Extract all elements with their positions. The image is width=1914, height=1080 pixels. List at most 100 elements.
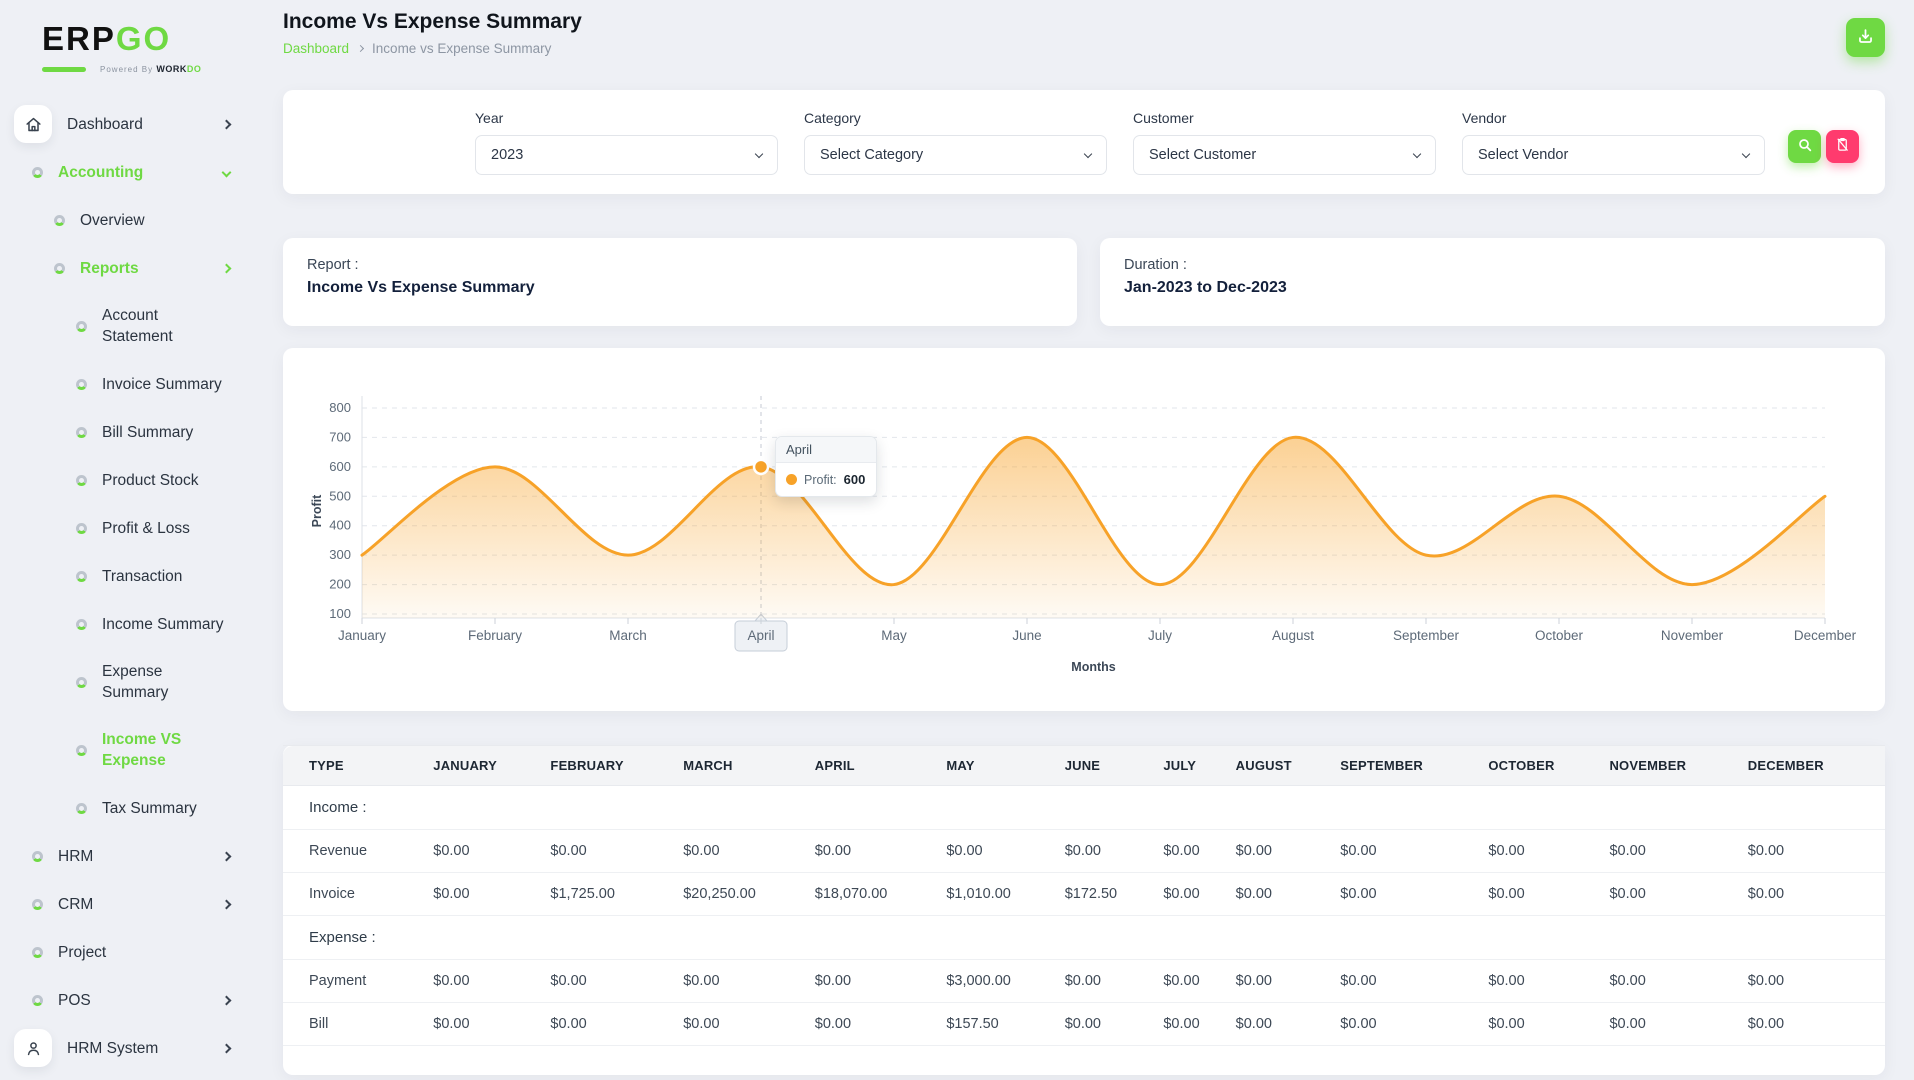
donut-icon: [32, 850, 43, 862]
info-card-label: Duration :: [1124, 257, 1187, 273]
select-value: Select Customer: [1149, 146, 1257, 163]
chevron-right-icon: [221, 899, 232, 909]
column-header-may: MAY: [946, 745, 1065, 786]
amount-cell: $157.50: [946, 1002, 1065, 1046]
sidebar-item-invoice-summary[interactable]: Invoice Summary: [0, 360, 260, 408]
sidebar-item-project[interactable]: Project: [0, 928, 260, 976]
sidebar-item-hrm[interactable]: HRM: [0, 832, 260, 880]
svg-text:April: April: [747, 628, 774, 643]
sidebar-item-pos[interactable]: POS: [0, 976, 260, 1024]
svg-text:300: 300: [329, 547, 351, 562]
category-select[interactable]: Select Category: [804, 134, 1107, 175]
profit-area-chart[interactable]: 100 200 300 400 500 600 700 800 January February M…: [283, 348, 1885, 711]
chevron-down-icon: [754, 149, 764, 158]
column-header-february: FEBRUARY: [550, 745, 684, 786]
download-button[interactable]: [1846, 18, 1885, 57]
app-logo[interactable]: ERPGO Powered By WORKDO: [0, 14, 260, 74]
amount-cell: $0.00: [1609, 959, 1748, 1003]
row-type: Invoice: [283, 872, 434, 916]
sidebar-item-income-vs-expense[interactable]: Income VS Expense: [0, 716, 260, 784]
amount-cell: $0.00: [1609, 872, 1748, 916]
table-row-bill: Bill $0.00 $0.00 $0.00 $0.00 $157.50 $0.00 $0.0…: [283, 1002, 1885, 1046]
amount-cell: $0.00: [1163, 1002, 1236, 1046]
amount-cell: $0.00: [1235, 959, 1341, 1003]
section-label: Income :: [283, 785, 1885, 830]
chevron-right-icon: [221, 995, 232, 1005]
amount-cell: $0.00: [550, 959, 684, 1003]
amount-cell: $0.00: [1064, 959, 1164, 1003]
search-button[interactable]: [1788, 129, 1821, 163]
sidebar-item-label: HRM System: [67, 1039, 159, 1057]
chevron-down-icon: [1412, 149, 1422, 158]
amount-cell: $0.00: [1747, 872, 1885, 916]
amount-cell: $0.00: [1235, 1002, 1341, 1046]
svg-text:Months: Months: [1071, 660, 1115, 674]
amount-cell: $0.00: [1340, 829, 1489, 873]
table-body: Income : Revenue $0.00 $0.00 $0.00 $0.00 $0.00…: [283, 785, 1885, 1046]
amount-cell: $0.00: [550, 1002, 684, 1046]
svg-text:700: 700: [329, 429, 351, 444]
sidebar-item-bill-summary[interactable]: Bill Summary: [0, 408, 260, 456]
amount-cell: $0.00: [1340, 959, 1489, 1003]
sidebar-item-crm[interactable]: CRM: [0, 880, 260, 928]
logo-underline: [42, 66, 86, 72]
column-header-march: MARCH: [683, 745, 815, 786]
download-icon: [1856, 27, 1875, 49]
column-header-september: SEPTEMBER: [1340, 745, 1489, 786]
svg-text:200: 200: [329, 577, 351, 592]
column-header-november: NOVEMBER: [1609, 745, 1748, 786]
svg-text:400: 400: [329, 518, 351, 533]
sidebar-item-account-statement[interactable]: Account Statement: [0, 292, 260, 360]
filter-field-vendor: Vendor Select Vendor: [1462, 110, 1765, 175]
amount-cell: $0.00: [550, 829, 684, 873]
sidebar-item-dashboard[interactable]: Dashboard: [0, 100, 260, 148]
column-header-april: APRIL: [814, 745, 947, 786]
sidebar-item-reports[interactable]: Reports: [0, 244, 260, 292]
svg-text:August: August: [1272, 628, 1314, 643]
donut-icon: [32, 898, 43, 910]
donut-icon: [32, 994, 43, 1006]
chevron-down-icon: [221, 167, 232, 177]
donut-icon: [76, 426, 87, 438]
sidebar-item-label: Account Statement: [102, 307, 173, 345]
sidebar-item-label: Bill Summary: [102, 423, 194, 441]
amount-cell: $0.00: [433, 959, 551, 1003]
info-card-value: Jan-2023 to Dec-2023: [1124, 279, 1287, 296]
chevron-right-icon: [221, 263, 232, 273]
svg-text:May: May: [881, 628, 907, 643]
amount-cell: $0.00: [814, 1002, 947, 1046]
sidebar: ERPGO Powered By WORKDO Dashboard Account…: [0, 0, 260, 1080]
sidebar-item-tax-summary[interactable]: Tax Summary: [0, 784, 260, 832]
sidebar-item-expense-summary[interactable]: Expense Summary: [0, 648, 260, 716]
amount-cell: $0.00: [1064, 829, 1164, 873]
sidebar-item-transaction[interactable]: Transaction: [0, 552, 260, 600]
sidebar-item-label: Invoice Summary: [102, 375, 222, 393]
svg-text:January: January: [338, 628, 386, 643]
chevron-right-icon: [221, 119, 232, 129]
sidebar-item-accounting[interactable]: Accounting: [0, 148, 260, 196]
chevron-down-icon: [1083, 149, 1093, 158]
file-remove-icon: [1835, 137, 1850, 155]
chevron-right-icon: [221, 1043, 232, 1053]
year-select[interactable]: 2023: [475, 134, 778, 175]
amount-cell: $0.00: [814, 829, 947, 873]
amount-cell: $0.00: [1747, 959, 1885, 1003]
sidebar-item-label: Product Stock: [102, 471, 199, 489]
donut-icon: [76, 802, 87, 814]
amount-cell: $0.00: [1064, 1002, 1164, 1046]
sidebar-item-overview[interactable]: Overview: [0, 196, 260, 244]
sidebar-item-label: Project: [58, 943, 107, 961]
vendor-select[interactable]: Select Vendor: [1462, 134, 1765, 175]
breadcrumb-dashboard-link[interactable]: Dashboard: [283, 41, 349, 56]
amount-cell: $0.00: [1163, 959, 1236, 1003]
sidebar-item-profit-loss[interactable]: Profit & Loss: [0, 504, 260, 552]
reset-button[interactable]: [1826, 129, 1859, 163]
sidebar-item-hrm-system[interactable]: HRM System: [0, 1024, 260, 1072]
sidebar-item-product-stock[interactable]: Product Stock: [0, 456, 260, 504]
chart-tooltip: April Profit: 600: [775, 436, 877, 497]
amount-cell: $18,070.00: [814, 872, 947, 916]
sidebar-item-income-summary[interactable]: Income Summary: [0, 600, 260, 648]
chevron-right-icon: [221, 851, 232, 861]
svg-text:September: September: [1393, 628, 1460, 643]
customer-select[interactable]: Select Customer: [1133, 134, 1436, 175]
